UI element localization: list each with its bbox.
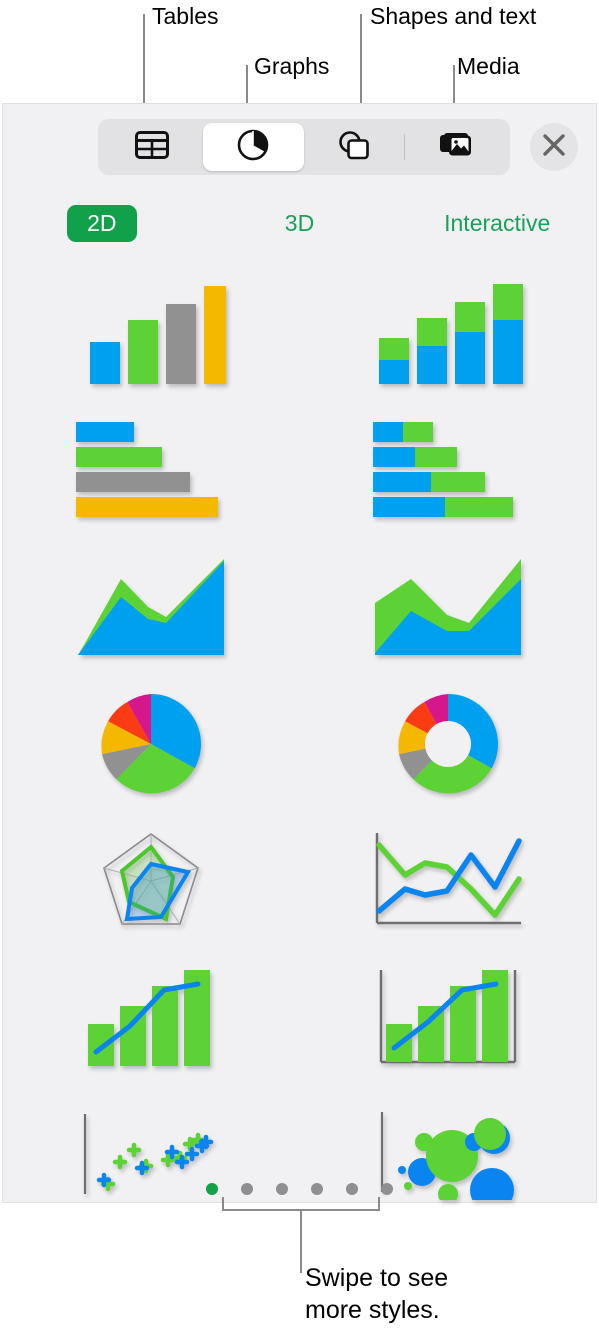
- chart-thumb-donut[interactable]: [300, 675, 597, 812]
- callout-bracket-stem: [300, 1211, 302, 1273]
- swipe-caption: Swipe to see more styles.: [305, 1262, 448, 1326]
- shapes-icon: [338, 130, 370, 165]
- swipe-caption-line1: Swipe to see: [305, 1264, 449, 1292]
- tab-2d[interactable]: 2D: [3, 204, 201, 242]
- page-dot-1[interactable]: [206, 1183, 218, 1195]
- callout-shapes-label: Shapes and text: [370, 3, 537, 29]
- tab-interactive-label: Interactive: [444, 209, 551, 236]
- page-dot-3[interactable]: [276, 1183, 288, 1195]
- chart-thumb-two-axis-bar-line[interactable]: [300, 949, 597, 1086]
- page-dot-4[interactable]: [311, 1183, 323, 1195]
- tables-button[interactable]: [102, 123, 203, 171]
- tab-3d-label: 3D: [284, 209, 315, 236]
- tab-interactive[interactable]: Interactive: [398, 205, 596, 242]
- callout-tables-label: Tables: [152, 3, 219, 29]
- chart-style-grid: [3, 264, 596, 1223]
- callout-media-label: Media: [457, 53, 520, 79]
- chart-thumb-stacked-horizontal-bar[interactable]: [300, 401, 597, 538]
- table-icon: [135, 130, 170, 164]
- close-icon: [541, 132, 567, 163]
- chart-mode-tabs: 2D 3D Interactive: [3, 201, 596, 245]
- chart-thumb-stacked-bar[interactable]: [300, 264, 597, 401]
- page-dot-2[interactable]: [241, 1183, 253, 1195]
- media-button[interactable]: [405, 123, 506, 171]
- chart-thumb-mixed-bar-line[interactable]: [3, 949, 300, 1086]
- shapes-button[interactable]: [304, 123, 405, 171]
- chart-thumb-stacked-area[interactable]: [300, 538, 597, 675]
- callout-bracket: [222, 1197, 380, 1211]
- chart-thumb-line[interactable]: [300, 812, 597, 949]
- callout-graphs-label: Graphs: [254, 53, 330, 79]
- chart-thumb-area[interactable]: [3, 538, 300, 675]
- media-icon: [439, 131, 473, 164]
- page-indicator: [3, 1183, 596, 1195]
- page-dot-5[interactable]: [346, 1183, 358, 1195]
- insert-toolbar: [98, 119, 510, 175]
- page-dot-6[interactable]: [381, 1183, 393, 1195]
- tab-3d[interactable]: 3D: [201, 205, 399, 242]
- chart-thumb-radar[interactable]: [3, 812, 300, 949]
- tab-2d-label: 2D: [67, 204, 137, 242]
- graphs-button[interactable]: [202, 123, 304, 171]
- pie-chart-icon: [237, 129, 269, 166]
- chart-thumb-bar[interactable]: [3, 264, 300, 401]
- chart-thumb-horizontal-bar[interactable]: [3, 401, 300, 538]
- swipe-caption-line2: more styles.: [305, 1296, 440, 1324]
- chart-thumb-pie[interactable]: [3, 675, 300, 812]
- insert-popover: 2D 3D Interactive: [2, 103, 597, 1203]
- close-button[interactable]: [530, 123, 578, 171]
